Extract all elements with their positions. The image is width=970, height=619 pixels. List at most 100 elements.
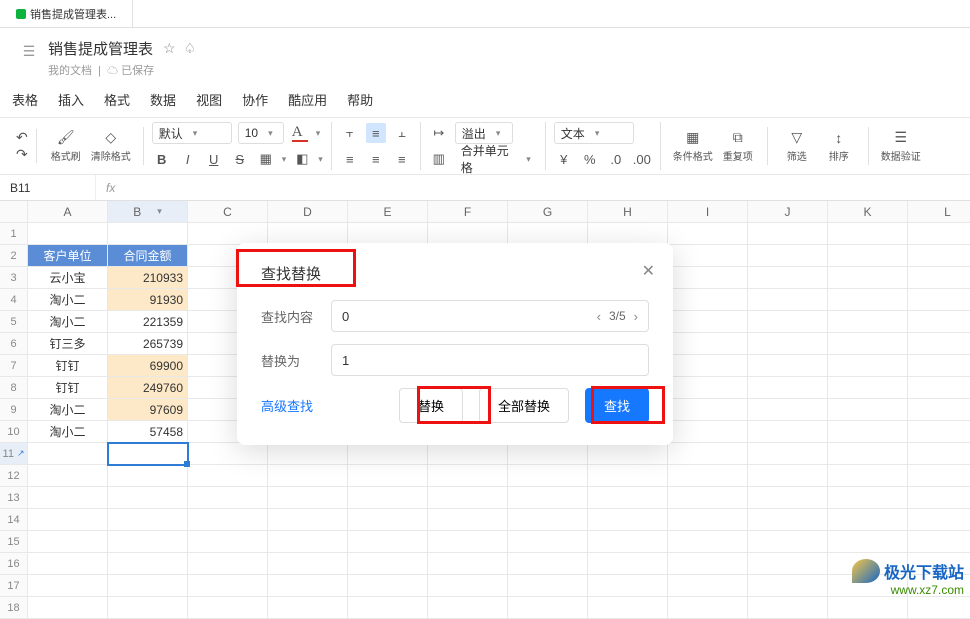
cell[interactable]	[108, 223, 188, 245]
duplicate-items-button[interactable]: ⧉ 重复项	[717, 127, 759, 165]
cell[interactable]	[828, 421, 908, 443]
cell[interactable]	[908, 267, 970, 289]
conditional-format-button[interactable]: ▦ 条件格式	[669, 127, 717, 165]
cell[interactable]	[428, 553, 508, 575]
cell[interactable]: 69900	[108, 355, 188, 377]
cell[interactable]	[268, 443, 348, 465]
cell[interactable]	[748, 223, 828, 245]
cell[interactable]	[748, 531, 828, 553]
cell[interactable]: 57458	[108, 421, 188, 443]
cell[interactable]	[348, 487, 428, 509]
cell[interactable]	[668, 421, 748, 443]
column-header[interactable]: F	[428, 201, 508, 223]
cell[interactable]	[748, 289, 828, 311]
cell[interactable]	[828, 399, 908, 421]
decimal-dec-button[interactable]: .0	[606, 149, 626, 169]
cell[interactable]	[188, 597, 268, 619]
cell[interactable]	[828, 597, 908, 619]
row-header[interactable]: 17	[0, 575, 28, 597]
cell[interactable]: 钉钉	[28, 377, 108, 399]
font-color-button[interactable]: A	[290, 123, 310, 143]
cell[interactable]	[348, 553, 428, 575]
cell[interactable]: 钉三多	[28, 333, 108, 355]
cell[interactable]	[668, 487, 748, 509]
cell[interactable]	[748, 311, 828, 333]
percent-button[interactable]: %	[580, 149, 600, 169]
cell[interactable]	[828, 509, 908, 531]
cell[interactable]	[748, 355, 828, 377]
cell[interactable]	[508, 487, 588, 509]
cell[interactable]	[428, 443, 508, 465]
halign-left[interactable]: ≡	[340, 149, 360, 169]
row-header[interactable]: 8	[0, 377, 28, 399]
cell[interactable]	[28, 509, 108, 531]
cell[interactable]	[508, 531, 588, 553]
find-input[interactable]: 0 ‹ 3/5 ›	[331, 300, 649, 332]
cell[interactable]	[108, 509, 188, 531]
row-header[interactable]: 12	[0, 465, 28, 487]
cell[interactable]	[908, 443, 970, 465]
column-header[interactable]: I	[668, 201, 748, 223]
cell[interactable]: 钉钉	[28, 355, 108, 377]
cell[interactable]	[588, 597, 668, 619]
cell[interactable]	[668, 509, 748, 531]
cell[interactable]	[588, 487, 668, 509]
row-header[interactable]: 3	[0, 267, 28, 289]
cell[interactable]	[268, 597, 348, 619]
menu-help[interactable]: 帮助	[347, 90, 373, 109]
cell[interactable]	[828, 443, 908, 465]
cell[interactable]	[588, 443, 668, 465]
menu-apps[interactable]: 酷应用	[288, 90, 327, 109]
column-header[interactable]: H	[588, 201, 668, 223]
cell[interactable]	[508, 553, 588, 575]
cell[interactable]	[668, 333, 748, 355]
cell[interactable]: 合同金额	[108, 245, 188, 267]
cell[interactable]	[908, 531, 970, 553]
underline-button[interactable]: U	[204, 149, 224, 169]
document-tab[interactable]: 销售提成管理表...	[0, 0, 133, 28]
cell[interactable]	[188, 223, 268, 245]
cell[interactable]	[908, 223, 970, 245]
valign-top[interactable]: ⫟	[340, 123, 360, 143]
cell[interactable]	[348, 223, 428, 245]
cell[interactable]	[828, 465, 908, 487]
cell[interactable]	[268, 509, 348, 531]
font-size-select[interactable]: 10▾	[238, 122, 284, 144]
cell[interactable]	[28, 597, 108, 619]
strike-button[interactable]: S	[230, 149, 250, 169]
cell[interactable]	[748, 443, 828, 465]
advanced-search-link[interactable]: 高级查找	[261, 396, 313, 415]
merge-cells-select[interactable]: 合并单元格▾	[455, 148, 537, 170]
cell[interactable]: 91930	[108, 289, 188, 311]
cell[interactable]	[268, 531, 348, 553]
cell[interactable]	[828, 377, 908, 399]
cell[interactable]	[108, 465, 188, 487]
cell[interactable]	[828, 355, 908, 377]
prev-match-icon[interactable]: ‹	[597, 309, 601, 324]
menu-format[interactable]: 格式	[104, 90, 130, 109]
next-match-icon[interactable]: ›	[634, 309, 638, 324]
bell-icon[interactable]: ♤	[184, 40, 197, 57]
cell[interactable]	[348, 531, 428, 553]
cell[interactable]	[748, 597, 828, 619]
column-header[interactable]: G	[508, 201, 588, 223]
cell[interactable]	[748, 487, 828, 509]
cell[interactable]	[348, 597, 428, 619]
cell[interactable]	[588, 465, 668, 487]
cell[interactable]	[188, 531, 268, 553]
valign-bottom[interactable]: ⫠	[392, 123, 412, 143]
cell[interactable]	[108, 531, 188, 553]
replace-all-button[interactable]: 全部替换	[479, 388, 569, 423]
cell[interactable]	[428, 597, 508, 619]
decimal-inc-button[interactable]: .00	[632, 149, 652, 169]
cell[interactable]	[748, 465, 828, 487]
cell[interactable]: 淘小二	[28, 399, 108, 421]
cell[interactable]	[908, 377, 970, 399]
cell[interactable]	[268, 553, 348, 575]
cell[interactable]	[588, 223, 668, 245]
menu-insert[interactable]: 插入	[58, 90, 84, 109]
column-header[interactable]: L	[908, 201, 970, 223]
italic-button[interactable]: I	[178, 149, 198, 169]
column-header[interactable]: A	[28, 201, 108, 223]
cell[interactable]	[668, 355, 748, 377]
